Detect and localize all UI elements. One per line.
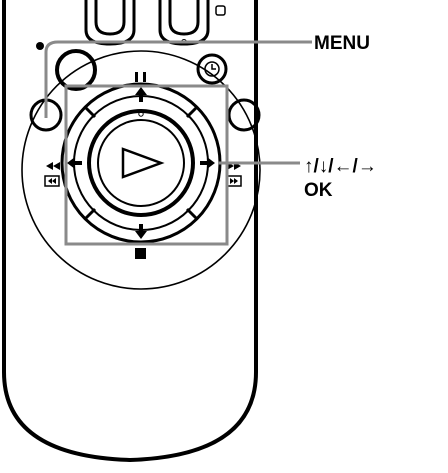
- menu-label: MENU: [314, 33, 370, 54]
- right-arrow-button[interactable]: [200, 157, 215, 169]
- down-arrow-icon: [135, 224, 147, 239]
- rewind-icon: [44, 162, 60, 187]
- up-arrow-button[interactable]: [135, 87, 147, 102]
- directional-pad: [60, 82, 222, 244]
- top-right-button[interactable]: [158, 0, 210, 46]
- indicator-dot: [36, 42, 44, 50]
- top-left-button[interactable]: [84, 0, 136, 46]
- play-icon: [121, 147, 165, 179]
- up-arrow-icon: [135, 87, 147, 102]
- remote-control-diagram: MENU ↑/↓/←/→ OK: [0, 0, 448, 468]
- fast-forward-icon: [226, 162, 242, 187]
- ok-label: OK: [304, 180, 333, 201]
- arrows-label: ↑/↓/←/→: [304, 156, 377, 177]
- pause-icon: [135, 72, 146, 82]
- stop-icon: [135, 248, 146, 259]
- small-mark-icon: [215, 5, 226, 16]
- ok-button[interactable]: [87, 109, 195, 217]
- timer-button[interactable]: [196, 53, 228, 85]
- right-arrow-icon: [200, 157, 215, 169]
- left-arrow-icon: [67, 157, 82, 169]
- left-arrow-button[interactable]: [67, 157, 82, 169]
- down-arrow-button[interactable]: [135, 224, 147, 239]
